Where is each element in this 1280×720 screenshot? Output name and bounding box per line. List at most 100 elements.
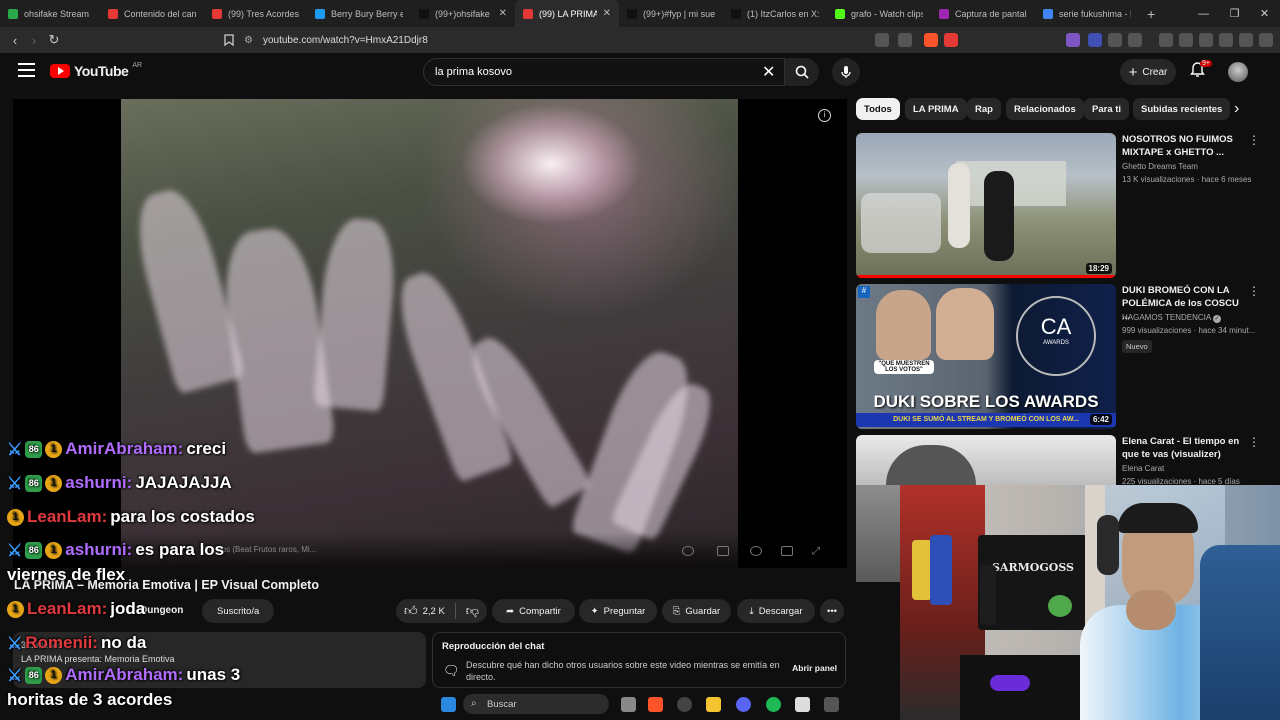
site-info-icon[interactable]: ⚙ [244,35,253,46]
chips-next-icon[interactable]: › [1234,100,1239,118]
recommendation-title[interactable]: NOSOTROS NO FUIMOS MIXTAPE x GHETTO ... [1122,133,1246,159]
video-thumbnail[interactable]: # CA AWARDS "QUE MUESTREN LOS VOTOS" DUK… [856,284,1116,429]
rewards-icon[interactable] [944,33,958,47]
theater-mode-icon[interactable] [781,546,793,556]
extension-icon[interactable] [1066,33,1080,47]
forward-icon[interactable]: › [24,30,44,50]
media-icon[interactable] [1159,33,1173,47]
sidebar-icon[interactable] [1179,33,1193,47]
restore-window-button[interactable]: ❐ [1219,0,1250,27]
thumbs-down-icon[interactable]: 👎︎ [466,603,479,619]
browser-tab[interactable]: ohsifake Stream [0,0,100,27]
browser-tab[interactable]: Captura de pantalla [931,0,1035,27]
app-icon[interactable] [795,697,810,712]
browser-tab[interactable]: Contenido del canal [100,0,204,27]
vpn-icon[interactable] [1239,33,1253,47]
close-tab-icon[interactable]: ✕ [499,8,507,19]
browser-tab[interactable]: Berry Bury Berry en [307,0,411,27]
brave-browser-icon[interactable] [648,697,663,712]
discord-icon[interactable] [736,697,751,712]
more-actions-button[interactable]: ••• [820,599,844,623]
recommendation-channel[interactable]: Ghetto Dreams Team [1122,162,1198,171]
search-input[interactable]: la prima kosovo [423,58,785,86]
clear-search-icon[interactable]: ✕ [762,62,775,82]
stream-chat-message: 1 LeanLam: para los costados [7,507,255,527]
recommendation-item[interactable]: Elena Carat - El tiempo en que te vas (v… [856,435,1260,485]
taskbar-search[interactable]: ⌕ Buscar [463,694,609,714]
browser-tab[interactable]: (99) LA PRIMA ✕ [515,0,619,27]
menu-icon[interactable] [1259,33,1273,47]
open-panel-button[interactable]: Abrir panel [792,663,837,673]
extension-icon[interactable] [1088,33,1102,47]
tab-label: (99) Tres Acordes - [228,8,299,19]
subtitles-icon[interactable] [717,546,729,556]
spotify-icon[interactable] [766,697,781,712]
fullscreen-icon[interactable]: ⤢ [812,546,824,557]
task-view-icon[interactable] [621,697,636,712]
browser-tab[interactable]: (1) ItzCarlos en X: [723,0,827,27]
like-button[interactable]: 👍︎ 2,2 K [404,603,445,619]
recommendation-item[interactable]: # CA AWARDS "QUE MUESTREN LOS VOTOS" DUK… [856,284,1260,429]
file-explorer-icon[interactable] [706,697,721,712]
screenshot-icon[interactable] [1128,33,1142,47]
leo-ai-icon[interactable] [1219,33,1233,47]
browser-tab[interactable]: grafo - Watch clips [827,0,931,27]
browser-tab[interactable]: (99+)ohsifake | ✕ [411,0,515,27]
chip-subidas-recientes[interactable]: Subidas recientes [1133,98,1231,120]
info-icon[interactable]: i [818,109,831,122]
more-vertical-icon[interactable]: ⋮ [1248,435,1260,449]
search-button[interactable] [785,58,819,86]
video-duration: 18:29 [1085,263,1112,274]
close-tab-icon[interactable]: ✕ [603,8,611,19]
download-button[interactable]: ⤓ Descargar [737,599,815,623]
tab-label: grafo - Watch clips [851,8,923,19]
chip-la-prima[interactable]: LA PRIMA [905,98,967,120]
browser-tab[interactable]: (99) Tres Acordes - [204,0,307,27]
chip-rap[interactable]: Rap [967,98,1001,120]
reload-icon[interactable]: ↻ [44,30,64,50]
app-icon[interactable] [824,697,839,712]
chip-para-ti[interactable]: Para ti [1084,98,1130,120]
settings-icon[interactable] [750,546,762,556]
wallet-icon[interactable] [1199,33,1213,47]
guide-menu-icon[interactable] [18,63,35,79]
back-icon[interactable]: ‹ [5,30,25,50]
recommendation-channel[interactable]: HAGAMOS TENDENCIA ✓ [1122,313,1221,323]
more-vertical-icon[interactable]: ⋮ [1248,133,1260,147]
recommendation-item[interactable]: 18:29 NOSOTROS NO FUIMOS MIXTAPE x GHETT… [856,133,1260,278]
app-icon[interactable] [677,697,692,712]
autoplay-icon[interactable] [682,546,694,556]
more-vertical-icon[interactable]: ⋮ [1248,284,1260,298]
account-avatar[interactable] [1228,62,1248,82]
windows-start-icon[interactable] [441,697,456,712]
close-window-button[interactable]: ✕ [1249,0,1280,27]
install-icon[interactable] [875,33,889,47]
browser-tab[interactable]: serie fukushima - B [1035,0,1139,27]
bookmark-icon[interactable] [219,30,239,50]
youtube-logo[interactable]: YouTube AR [50,62,142,79]
voice-search-button[interactable] [832,58,860,86]
chip-relacionados[interactable]: Relacionados [1006,98,1084,120]
save-button[interactable]: ⎘ Guardar [662,599,731,623]
new-badge: Nuevo [1122,340,1152,353]
recommendation-channel[interactable]: Elena Carat [1122,464,1164,473]
channel-name[interactable]: Dungeon [140,605,183,616]
video-thumbnail[interactable] [856,435,1116,485]
browser-tab[interactable]: (99+)#fyp | mi sue [619,0,723,27]
more-horizontal-icon: ••• [827,605,837,617]
video-thumbnail-partial[interactable] [856,485,900,582]
ask-button[interactable]: ✦ Preguntar [579,599,657,623]
video-thumbnail[interactable]: 18:29 [856,133,1116,278]
chip-todos[interactable]: Todos [856,98,900,120]
extensions-puzzle-icon[interactable] [1108,33,1122,47]
share-page-icon[interactable] [898,33,912,47]
share-button[interactable]: ➦ Compartir [492,599,575,623]
new-tab-button[interactable]: + [1139,0,1163,27]
recommendation-title[interactable]: Elena Carat - El tiempo en que te vas (v… [1122,435,1246,461]
create-button[interactable]: + Crear [1120,59,1176,85]
subscribed-button[interactable]: Suscrito/a [202,599,275,623]
video-player[interactable]: i Sueños (Beat Frutos raros, Mi... ⤢ [13,99,847,568]
minimize-window-button[interactable]: — [1188,0,1219,27]
address-bar[interactable]: ⚙ youtube.com/watch?v=HmxA21Ddjr8 [244,30,964,50]
brave-shield-icon[interactable] [924,33,938,47]
